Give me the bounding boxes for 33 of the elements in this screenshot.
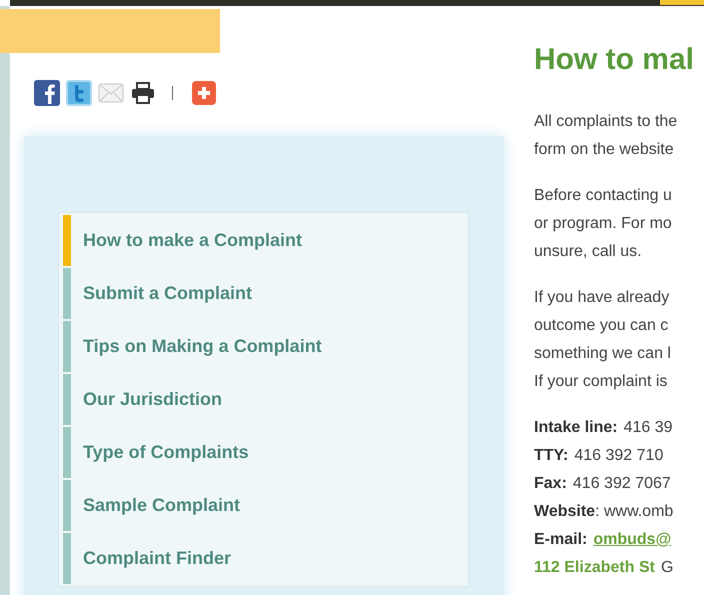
contact-label: Fax: (534, 475, 567, 492)
body-text-line: If you have already (534, 288, 670, 308)
body-text-line: something we can l (534, 344, 671, 364)
print-icon[interactable] (130, 80, 156, 106)
top-bar-accent (660, 0, 704, 5)
page-heading: How to mal (534, 42, 696, 78)
body-text-line: Before contacting u (534, 186, 672, 206)
contact-label: Intake line: (534, 419, 618, 436)
contact-value: 416 39 (624, 419, 673, 436)
facebook-icon[interactable] (34, 80, 60, 106)
sidebar-item[interactable]: How to make a Complaint (63, 215, 464, 266)
contact-value: 416 392 710 (574, 447, 664, 464)
add-icon[interactable] (191, 80, 217, 106)
sidebar-item[interactable]: Our Jurisdiction (63, 374, 464, 425)
contact-value: G (660, 559, 674, 576)
sidebar-item[interactable]: Tips on Making a Complaint (63, 321, 464, 372)
body-text-line: form on the website (534, 140, 674, 160)
contact-label: E-mail: (534, 531, 588, 548)
sidebar-item[interactable]: Complaint Finder (63, 533, 464, 584)
body-text-line: All complaints to the (534, 112, 678, 132)
body-text-line: unsure, call us. (534, 242, 642, 262)
body-text-line: or program. For mo (534, 214, 672, 234)
sidebar-item[interactable]: Type of Complaints (63, 427, 464, 478)
body-text-line: outcome you can c (534, 316, 668, 336)
address-link[interactable]: 112 Elizabeth St (534, 559, 655, 576)
contact-value: 416 392 7067 (572, 475, 671, 492)
twitter-icon[interactable] (66, 80, 92, 106)
sidebar-item[interactable]: Submit a Complaint (63, 268, 464, 319)
email-link[interactable]: ombuds@ (593, 531, 672, 548)
body-text-line: If your complaint is (534, 372, 668, 392)
contact-label: TTY: (534, 447, 568, 464)
contact-line: Website: www.omb (534, 503, 674, 520)
sidebar-item[interactable]: Sample Complaint (63, 480, 464, 531)
